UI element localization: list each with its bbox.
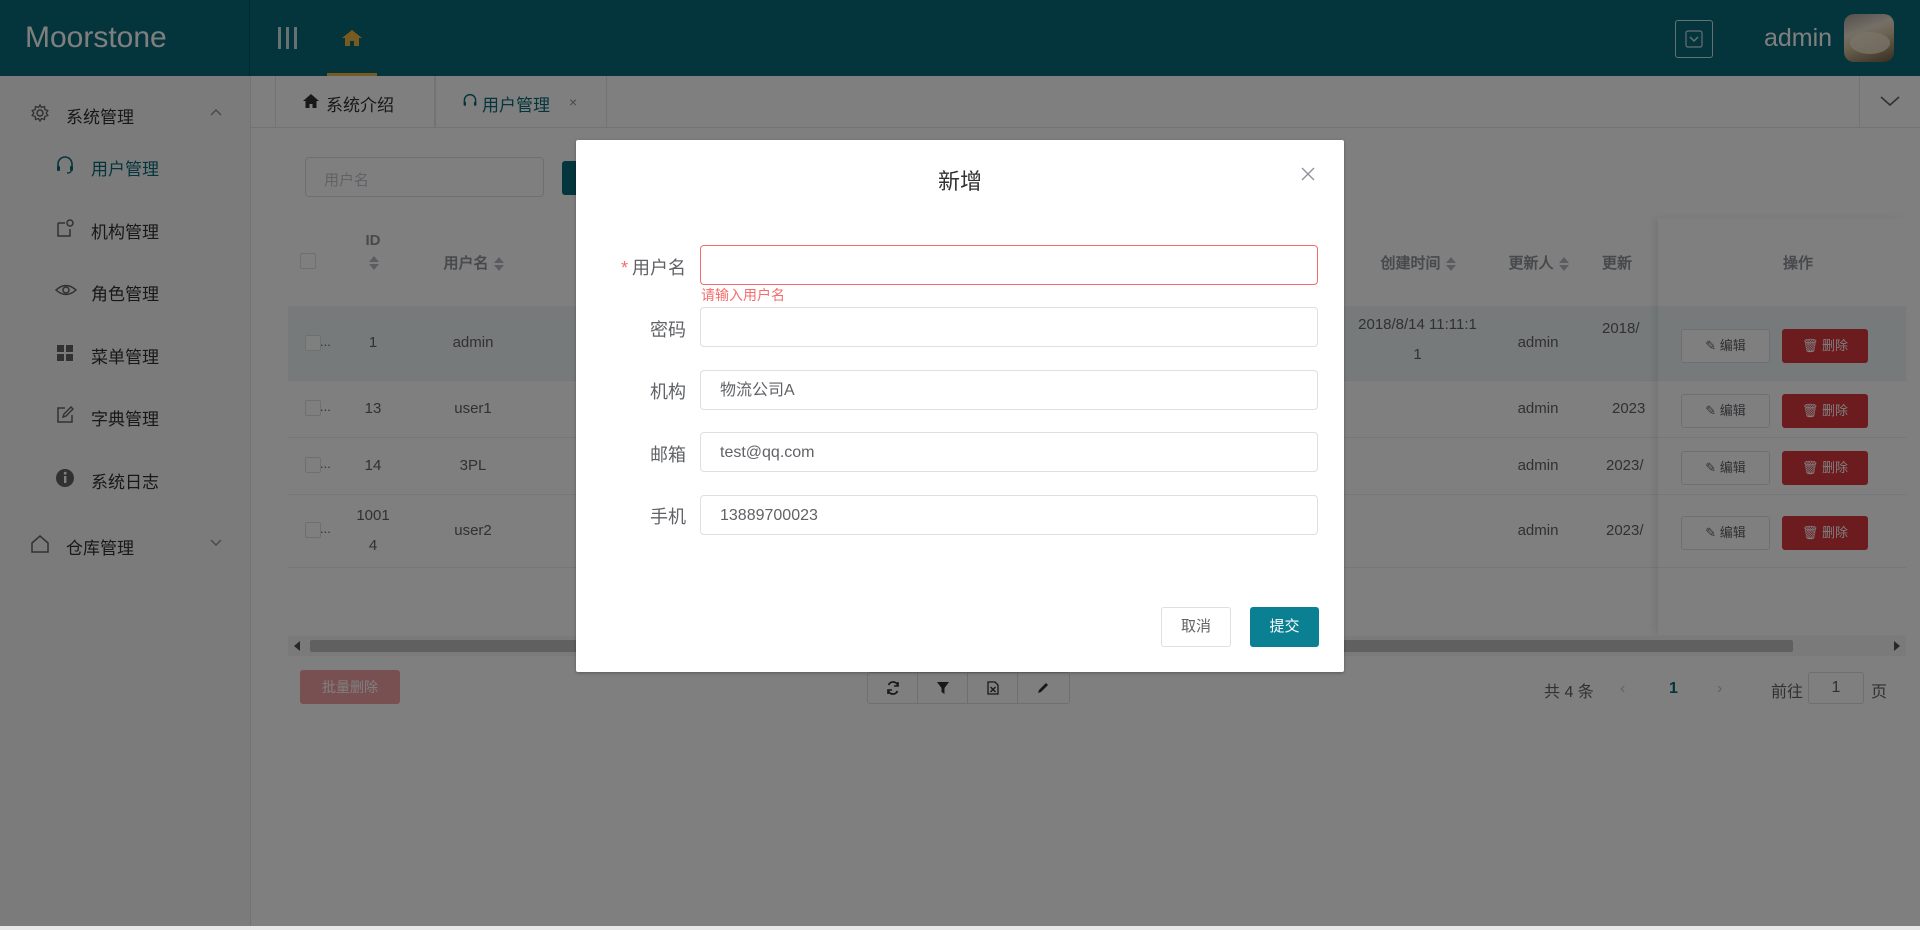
add-user-dialog: 新增 * 用户名 请输入用户名 密码 机构 物流公司A 邮箱 test@qq.co… — [576, 140, 1344, 672]
phone-field[interactable]: 13889700023 — [700, 495, 1318, 535]
required-mark: * — [620, 258, 628, 278]
email-field[interactable]: test@qq.com — [700, 432, 1318, 472]
org-label: 机构 — [650, 382, 686, 402]
submit-button[interactable]: 提交 — [1250, 607, 1319, 647]
cancel-button[interactable]: 取消 — [1161, 607, 1231, 647]
phone-label: 手机 — [650, 507, 686, 527]
close-icon[interactable] — [1300, 166, 1316, 182]
org-field[interactable]: 物流公司A — [700, 370, 1318, 410]
username-label: * 用户名 — [620, 258, 686, 278]
password-field[interactable] — [700, 307, 1318, 347]
window-bottom-edge — [0, 926, 1920, 930]
dialog-title: 新增 — [937, 169, 982, 194]
username-field[interactable] — [700, 245, 1318, 285]
email-label: 邮箱 — [650, 445, 686, 465]
username-error: 请输入用户名 — [701, 287, 785, 303]
password-label: 密码 — [650, 320, 686, 340]
